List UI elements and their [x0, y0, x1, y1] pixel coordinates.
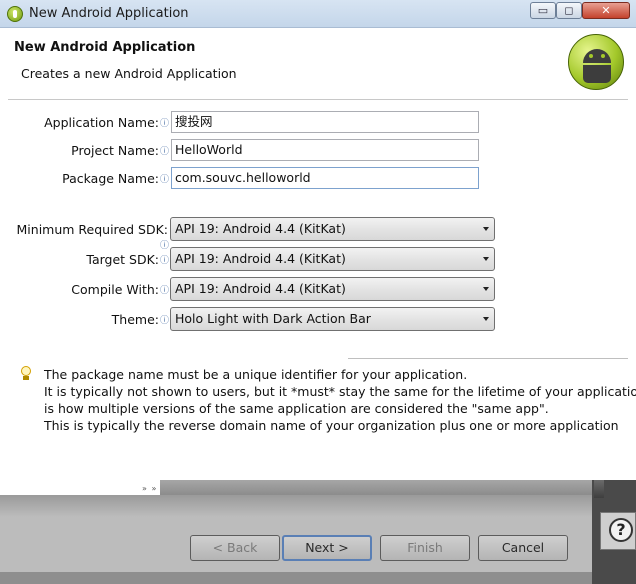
minimize-button[interactable]: ▭	[530, 2, 556, 19]
application-name-input[interactable]: 搜投网	[171, 111, 479, 133]
info-icon: ⓘ	[160, 286, 170, 296]
android-head	[583, 49, 611, 63]
maximize-button[interactable]: ◻	[556, 2, 582, 19]
back-button[interactable]: < Back	[190, 535, 280, 561]
min-sdk-value: API 19: Android 4.4 (KitKat)	[175, 221, 346, 236]
compile-with-value: API 19: Android 4.4 (KitKat)	[175, 281, 346, 296]
android-body	[583, 65, 611, 83]
min-sdk-label: Minimum Required SDK:ⓘ	[16, 222, 170, 251]
min-sdk-select[interactable]: API 19: Android 4.4 (KitKat)	[170, 217, 495, 241]
help-icon: ?	[609, 518, 633, 542]
title-bar: New Android Application ▭ ◻ ✕	[0, 0, 636, 28]
wizard-subtitle: Creates a new Android Application	[21, 66, 237, 81]
hint-line: This is typically the reverse domain nam…	[44, 418, 619, 433]
android-eye-right	[601, 54, 605, 58]
footer-bottom-edge	[0, 572, 592, 584]
info-icon: ⓘ	[160, 119, 170, 129]
theme-select[interactable]: Holo Light with Dark Action Bar	[170, 307, 495, 331]
window-title: New Android Application	[29, 6, 189, 21]
close-button[interactable]: ✕	[582, 2, 630, 19]
compile-with-select[interactable]: API 19: Android 4.4 (KitKat)	[170, 277, 495, 301]
package-name-hint: The package name must be a unique identi…	[44, 366, 636, 434]
hint-line: The package name must be a unique identi…	[44, 367, 468, 382]
eclipse-app-icon	[7, 6, 23, 22]
info-icon: ⓘ	[160, 316, 170, 326]
package-name-input[interactable]: com.souvc.helloworld	[171, 167, 479, 189]
wizard-title: New Android Application	[14, 40, 196, 55]
info-icon: ⓘ	[160, 147, 170, 157]
background-window-strip	[160, 480, 592, 495]
compile-with-label: Compile With:ⓘ	[71, 282, 170, 297]
android-icon	[568, 34, 624, 90]
cancel-button[interactable]: Cancel	[478, 535, 568, 561]
footer-shadow	[0, 495, 592, 517]
wizard-banner: New Android Application Creates a new An…	[8, 28, 628, 100]
hint-line: is how multiple versions of the same app…	[44, 401, 549, 416]
theme-value: Holo Light with Dark Action Bar	[175, 311, 371, 326]
separator	[348, 358, 628, 359]
theme-label: Theme:ⓘ	[111, 312, 170, 327]
wizard-footer: < Back Next > Finish Cancel	[0, 495, 592, 584]
wizard-main-area: Application Name:ⓘ 搜投网 Project Name:ⓘ He…	[8, 100, 636, 495]
application-name-label: Application Name:ⓘ	[44, 115, 170, 130]
chevron-down-icon	[483, 257, 489, 261]
lightbulb-glass	[21, 366, 31, 376]
info-icon: ⓘ	[160, 241, 170, 251]
target-sdk-value: API 19: Android 4.4 (KitKat)	[175, 251, 346, 266]
info-icon: ⓘ	[160, 175, 170, 185]
chevron-down-icon	[483, 227, 489, 231]
lightbulb-icon	[20, 366, 32, 382]
project-name-label: Project Name:ⓘ	[71, 143, 170, 158]
info-icon: ⓘ	[160, 256, 170, 266]
chevron-down-icon	[483, 317, 489, 321]
chevron-down-icon	[483, 287, 489, 291]
target-sdk-label: Target SDK:ⓘ	[86, 252, 170, 267]
package-name-label: Package Name:ⓘ	[62, 171, 170, 186]
scroll-indicator	[594, 480, 604, 498]
hint-line: It is typically not shown to users, but …	[44, 384, 636, 399]
next-button[interactable]: Next >	[282, 535, 372, 561]
android-eye-left	[589, 54, 593, 58]
dock-handle[interactable]: » »	[142, 484, 157, 493]
lightbulb-base	[23, 376, 29, 380]
target-sdk-select[interactable]: API 19: Android 4.4 (KitKat)	[170, 247, 495, 271]
project-name-input[interactable]: HelloWorld	[171, 139, 479, 161]
help-button[interactable]: ?	[600, 512, 636, 550]
finish-button[interactable]: Finish	[380, 535, 470, 561]
